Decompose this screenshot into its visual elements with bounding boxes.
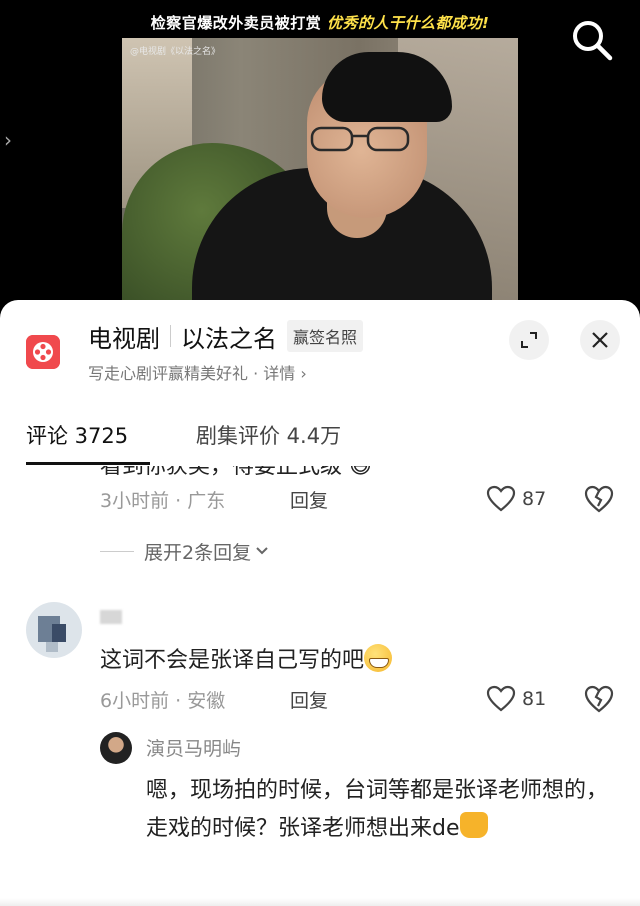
comment-body: 这词不会是张译自己写的吧 [100,648,365,673]
like-count: 81 [522,688,547,710]
chevron-left-icon[interactable]: › [4,128,12,152]
glasses-icon [310,126,410,152]
bottom-fade [0,898,640,906]
thumbs-up-emoji-icon [459,812,488,838]
broken-heart-icon[interactable] [584,684,614,714]
caption-highlight: 优秀的人干什么都成功! [326,14,490,32]
chevron-down-icon [256,547,268,555]
expand-icon [521,332,537,348]
show-promo-link[interactable]: 写走心剧评赢精美好礼 · 详情 › [88,360,307,384]
broken-heart-icon[interactable] [584,484,614,514]
tab-ratings[interactable]: 剧集评价 4.4万 [196,420,341,450]
caption-main: 检察官爆改外卖员被打赏 [150,14,322,32]
comment-sheet: 电视剧 以法之名 赢签名照 写走心剧评赢精美好礼 · 详情 › 评论 3725 … [0,300,640,906]
close-button[interactable] [580,320,620,360]
promo-text: 写走心剧评赢精美好礼 · 详情 [88,364,296,383]
divider-line [100,550,134,552]
video-player[interactable]: 检察官爆改外卖员被打赏 优秀的人干什么都成功! › @电视剧《以法之名》 [0,0,640,318]
comment-meta: 3小时前 · 广东 回复 87 [100,484,640,514]
comment-text: 这词不会是张译自己写的吧 [100,642,393,674]
comment-meta: 6小时前 · 安徽 回复 81 [100,684,640,714]
prize-badge[interactable]: 赢签名照 [287,320,364,352]
reply-button[interactable]: 回复 [290,686,328,713]
reply-text: 嗯，现场拍的时候，台词等都是张译老师想的，走戏的时候？张译老师想出来de [146,772,616,848]
title-divider [170,325,171,347]
comment-text: 看到你获奖，得要正式级 😄 [100,466,372,479]
video-frame[interactable]: @电视剧《以法之名》 [122,38,518,300]
heart-icon [486,685,516,712]
show-title[interactable]: 电视剧 以法之名 赢签名照 [88,320,364,353]
expand-replies-button[interactable]: 展开2条回复 [100,538,269,564]
video-watermark: @电视剧《以法之名》 [130,47,221,57]
like-button[interactable]: 87 [486,484,546,514]
avatar[interactable] [26,602,82,658]
search-icon[interactable] [570,18,614,62]
reply-username[interactable]: 演员马明屿 [146,734,241,761]
heart-icon [486,485,516,512]
comment-list[interactable]: 看到你获奖，得要正式级 😄 3小时前 · 广东 回复 87 展开2条回复 这词不… [0,466,640,906]
comment-time: 3小时前 · 广东 [100,490,226,512]
reply-body: 嗯，现场拍的时候，台词等都是张译老师想的，走戏的时候？张译老师想出来de [146,778,609,841]
comment-time: 6小时前 · 安徽 [100,690,226,712]
expand-replies-label: 展开2条回复 [144,541,252,564]
expand-button[interactable] [509,320,549,360]
grin-emoji-icon [364,644,393,672]
tab-bar: 评论 3725 剧集评价 4.4万 [0,412,640,466]
video-caption: 检察官爆改外卖员被打赏 优秀的人干什么都成功! [0,12,640,33]
like-button[interactable]: 81 [486,684,546,714]
reply-button[interactable]: 回复 [290,486,328,513]
reply-avatar[interactable] [100,732,132,764]
close-icon [592,332,608,348]
username-blurred[interactable] [100,610,122,624]
chevron-right-icon: › [300,364,307,383]
tab-comments[interactable]: 评论 3725 [26,420,128,450]
show-name: 以法之名 [181,324,277,353]
show-type: 电视剧 [88,324,160,353]
active-tab-indicator [26,462,150,465]
like-count: 87 [522,488,547,510]
film-reel-icon [26,335,60,369]
